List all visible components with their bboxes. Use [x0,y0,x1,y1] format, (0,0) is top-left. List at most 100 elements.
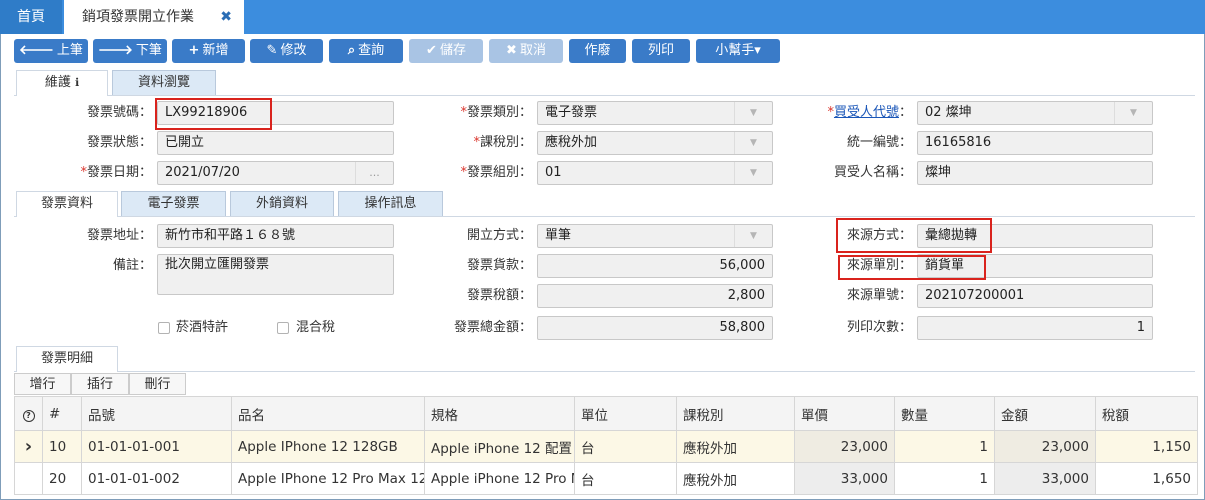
print-count-label: 列印次數： [846,320,912,335]
cell-qty[interactable]: 1 [894,462,995,495]
buyer-name-label: 買受人名稱： [833,165,912,180]
invoice-type-label: *發票類別： [460,105,532,120]
tab-sales-invoice[interactable]: 銷項發票開立作業 ✖ [64,0,244,34]
cell-amount[interactable]: 33,000 [994,462,1096,495]
table-row[interactable]: 20 01-01-01-002 Apple IPhone 12 Pro Max … [14,462,1198,495]
tab-operation-log[interactable]: 操作訊息 [338,191,443,216]
tax-type-select[interactable]: 應稅外加 ▼ [537,131,773,155]
query-button[interactable]: ⌕ 查詢 [329,39,403,63]
close-icon[interactable]: ✖ [220,0,232,34]
save-label: 儲存 [439,43,466,58]
chevron-down-icon: ▼ [734,162,772,184]
col-header-name[interactable]: 品名 [231,396,425,431]
cell-seq[interactable]: 10 [42,430,82,463]
tobacco-checkbox[interactable] [158,322,170,334]
invoice-group-value: 01 [545,165,562,180]
cell-item-no[interactable]: 01-01-01-001 [81,430,232,463]
col-header-unit[interactable]: 單位 [574,396,677,431]
tab-maintain[interactable]: 維護 ℹ [16,70,108,96]
invoice-date-field[interactable]: 2021/07/20... [157,161,394,185]
cell-unit[interactable]: 台 [574,430,677,463]
insert-row-button[interactable]: 插行 [71,373,129,395]
cell-qty[interactable]: 1 [894,430,995,463]
cell-tax-type[interactable]: 應稅外加 [676,462,795,495]
col-header-spec[interactable]: 規格 [424,396,575,431]
cell-price[interactable]: 23,000 [794,430,895,463]
void-button[interactable]: 作廢 [569,39,626,63]
main-tab-line [14,95,1195,96]
issue-method-select[interactable]: 單筆 ▼ [537,224,773,248]
cell-spec[interactable]: Apple iPhone 12 配置 [424,430,575,463]
buyer-name-field[interactable]: 燦坤 [917,161,1153,185]
cancel-button[interactable]: ✖ 取消 [489,39,563,63]
amount-field[interactable]: 56,000 [537,254,773,278]
plus-icon: + [188,43,200,58]
remark-textarea[interactable]: 批次開立匯開發票 [157,254,394,295]
col-header-amount[interactable]: 金額 [994,396,1096,431]
print-count-field[interactable]: 1 [917,316,1153,340]
tab-home[interactable]: 首頁 [0,0,62,34]
cell-seq[interactable]: 20 [42,462,82,495]
next-record-button[interactable]: 🡒 下筆 [93,39,167,63]
table-row[interactable]: › 10 01-01-01-001 Apple IPhone 12 128GB … [14,430,1198,463]
buyer-code-select[interactable]: 02 燦坤 ▼ [917,101,1153,125]
tab-invoice-detail[interactable]: 發票明細 [16,346,118,372]
cell-tax[interactable]: 1,150 [1095,430,1198,463]
top-tab-bar: 首頁 銷項發票開立作業 ✖ [0,0,1205,34]
col-header-price[interactable]: 單價 [794,396,895,431]
cell-tax[interactable]: 1,650 [1095,462,1198,495]
tab-e-invoice[interactable]: 電子發票 [121,191,226,216]
prev-record-label: 上筆 [56,43,83,58]
date-picker-button[interactable]: ... [355,162,393,184]
cancel-label: 取消 [519,43,546,58]
col-header-qty[interactable]: 數量 [894,396,995,431]
col-header-tax[interactable]: 稅額 [1095,396,1198,431]
col-header-item-no[interactable]: 品號 [81,396,232,431]
search-icon: ⌕ [347,43,356,58]
cell-item-no[interactable]: 01-01-01-002 [81,462,232,495]
cell-price[interactable]: 33,000 [794,462,895,495]
invoice-status-field[interactable]: 已開立 [157,131,394,155]
arrow-right-icon: 🡒 [98,43,133,58]
tax-amount-label: 發票稅額： [466,288,532,303]
cell-unit[interactable]: 台 [574,462,677,495]
delete-row-button[interactable]: 刪行 [129,373,186,395]
invoice-group-select[interactable]: 01 ▼ [537,161,773,185]
tab-browse[interactable]: 資料瀏覽 [112,70,216,95]
remark-label: 備註： [112,258,152,273]
invoice-type-select[interactable]: 電子發票 ▼ [537,101,773,125]
help-icon[interactable]: ? [14,396,43,431]
helper-dropdown-button[interactable]: 小幫手▾ [696,39,780,63]
cell-tax-type[interactable]: 應稅外加 [676,430,795,463]
invoice-date-value: 2021/07/20 [165,165,240,180]
cell-name[interactable]: Apple IPhone 12 Pro Max 128 [231,462,425,495]
total-field[interactable]: 58,800 [537,316,773,340]
cell-name[interactable]: Apple IPhone 12 128GB [231,430,425,463]
prev-record-button[interactable]: 🡐 上筆 [14,39,88,63]
invoice-group-label: *發票組別： [460,165,532,180]
col-header-tax-type[interactable]: 課稅別 [676,396,795,431]
cell-amount[interactable]: 23,000 [994,430,1096,463]
tab-invoice-data[interactable]: 發票資料 [16,191,118,217]
check-icon: ✔ [426,43,437,58]
address-label: 發票地址： [86,228,152,243]
next-record-label: 下筆 [135,43,162,58]
print-button[interactable]: 列印 [632,39,690,63]
highlight-box-source-method [836,218,992,253]
tab-export-data[interactable]: 外銷資料 [230,191,334,216]
col-header-seq[interactable]: # [42,396,82,431]
info-icon: ℹ [74,76,80,89]
buyer-code-value: 02 燦坤 [925,105,972,120]
add-row-button[interactable]: 增行 [14,373,71,395]
tax-type-label: *課稅別： [473,135,532,150]
add-button[interactable]: + 新增 [172,39,245,63]
save-button[interactable]: ✔ 儲存 [409,39,483,63]
address-field[interactable]: 新竹市和平路１６８號 [157,224,394,248]
tax-id-field[interactable]: 16165816 [917,131,1153,155]
source-no-field[interactable]: 202107200001 [917,284,1153,308]
edit-button[interactable]: ✎ 修改 [250,39,323,63]
mixed-tax-checkbox[interactable] [277,322,289,334]
cell-spec[interactable]: Apple iPhone 12 Pro M [424,462,575,495]
tax-amount-field[interactable]: 2,800 [537,284,773,308]
mixed-tax-label: 混合稅 [296,320,336,335]
